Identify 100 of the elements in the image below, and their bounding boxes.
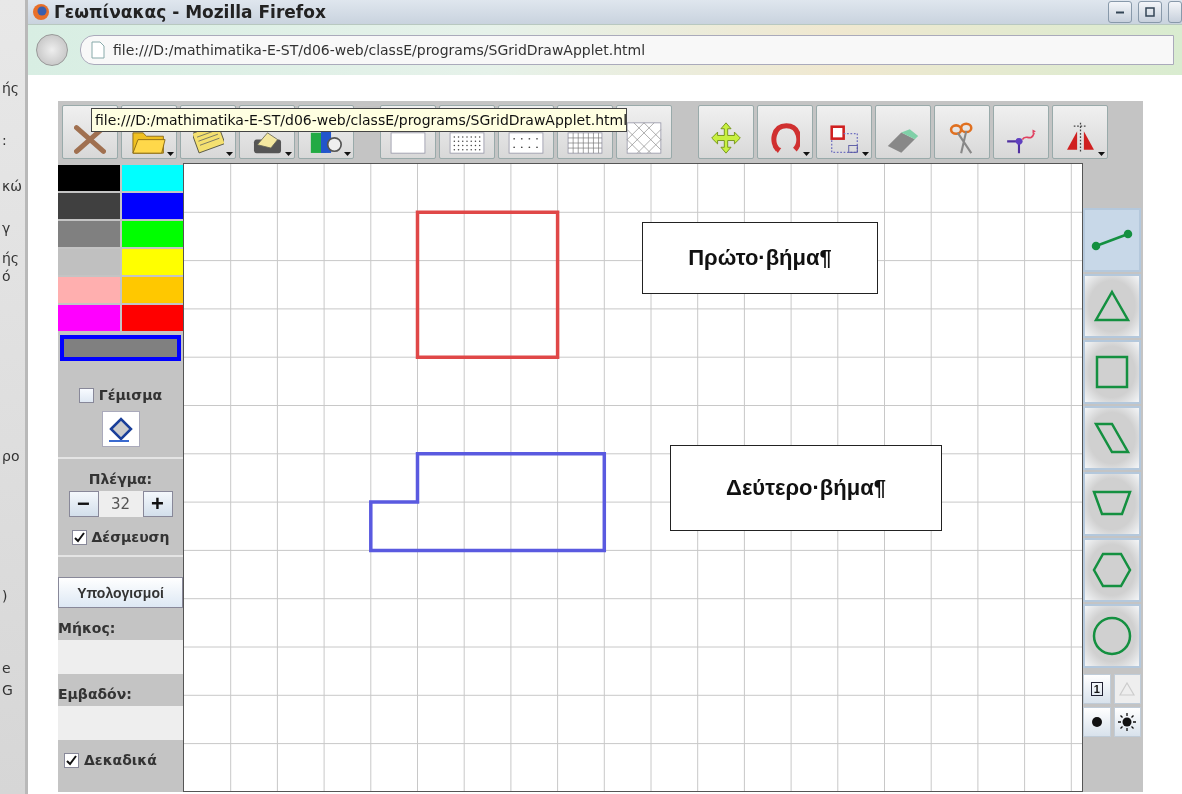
blank-grid-icon [390, 132, 426, 154]
color-swatch[interactable] [58, 221, 120, 247]
text-fragment: ό [1, 268, 12, 284]
calculations-button[interactable]: Υπολογισμοί [58, 577, 183, 608]
color-swatch[interactable] [121, 249, 183, 275]
tooltip: file:///D:/mathimatika-E-ST/d06-web/classE/programs/SGridDrawApplet.html [91, 108, 627, 132]
grid-size-value: 32 [98, 491, 143, 517]
caret-icon [167, 152, 174, 156]
checkmark-icon [73, 531, 85, 543]
eraser-icon [887, 128, 919, 154]
text-note: Δεύτερο·βήμα¶ [670, 445, 942, 531]
length-label: Μήκος: [58, 620, 117, 636]
text-fragment: ) [1, 588, 9, 604]
shape-tool[interactable] [1083, 274, 1141, 338]
square-grid-icon [567, 132, 603, 154]
color-swatch[interactable] [121, 165, 183, 191]
lattice-icon [626, 122, 662, 154]
sun-icon [1118, 713, 1137, 731]
text-fragment: κώ [1, 178, 23, 194]
shape-tool[interactable] [1083, 340, 1141, 404]
shape-tool[interactable] [1083, 208, 1141, 272]
drawing-canvas[interactable]: Πρώτο·βήμα¶ Δεύτερο·βήμα¶ [183, 163, 1083, 792]
address-field[interactable]: file:///D:/mathimatika-E-ST/d06-web/classE/programs/SGridDrawApplet.html [80, 35, 1174, 65]
point-tool[interactable] [993, 105, 1049, 159]
shape-tool[interactable] [1083, 472, 1141, 536]
window-title: Γεωπίνακας - Mozilla Firefox [54, 2, 327, 22]
number-label: 1 [1090, 682, 1103, 696]
maximize-button[interactable] [1138, 1, 1162, 23]
page-icon [91, 41, 105, 59]
caret-icon [803, 152, 810, 156]
text-fragment: G [1, 682, 14, 698]
paint-bucket-icon [106, 415, 135, 443]
checkmark-icon [66, 754, 77, 766]
color-swatch[interactable] [121, 305, 183, 331]
close-button[interactable] [1168, 1, 1182, 23]
resize-tool[interactable] [816, 105, 872, 159]
move-arrows-icon [709, 122, 743, 154]
caret-icon [862, 152, 869, 156]
rotate-arrow-icon [770, 123, 800, 154]
grid-size-label: Πλέγμα: [88, 471, 153, 487]
mirror-tool[interactable] [1052, 105, 1108, 159]
browser-logo-icon [32, 3, 50, 21]
decrease-button[interactable]: − [68, 491, 99, 517]
increase-button[interactable]: + [142, 491, 173, 517]
snap-label: Δέσμευση [91, 529, 170, 545]
text-fragment: : [1, 132, 8, 148]
dot-icon [1090, 716, 1103, 728]
resize-icon [829, 125, 859, 154]
cut-tool[interactable] [934, 105, 990, 159]
shape-tool[interactable] [1083, 538, 1141, 602]
caret-icon [285, 152, 292, 156]
text-note: Πρώτο·βήμα¶ [642, 222, 878, 294]
area-label: Εμβαδόν: [58, 686, 133, 702]
text-fragment: ής [1, 80, 21, 96]
decimals-label: Δεκαδικά [84, 752, 157, 768]
shape-tool[interactable] [1083, 604, 1141, 668]
option-button[interactable] [1113, 707, 1141, 737]
url-text: file:///D:/mathimatika-E-ST/d06-web/classE/programs/SGridDrawApplet.html [113, 42, 646, 58]
drawn-polygon[interactable] [369, 452, 607, 553]
caret-icon [1098, 152, 1105, 156]
point-curve-icon [1005, 127, 1037, 154]
caret-icon [226, 152, 233, 156]
color-swatch[interactable] [121, 277, 183, 303]
color-swatch[interactable] [58, 165, 120, 191]
color-swatch[interactable] [121, 193, 183, 219]
warning-icon [1119, 682, 1136, 696]
camera-icon [310, 130, 342, 154]
sparse-dots-icon [508, 132, 544, 154]
eraser-tool[interactable] [875, 105, 931, 159]
color-swatch[interactable] [58, 305, 120, 331]
fill-color-button[interactable] [101, 411, 140, 447]
minimize-button[interactable] [1108, 1, 1132, 23]
maximize-icon [1145, 7, 1155, 17]
color-swatch[interactable] [58, 277, 120, 303]
circle-icon [1090, 614, 1134, 658]
text-fragment: γ [1, 220, 12, 236]
length-field[interactable] [58, 640, 183, 674]
text-fragment: ής [1, 250, 21, 266]
area-field[interactable] [58, 706, 183, 740]
option-button[interactable]: 1 [1083, 674, 1111, 704]
fill-label: Γέμισμα [98, 387, 163, 403]
mirror-icon [1065, 122, 1095, 154]
scissors-icon [949, 122, 975, 154]
option-button[interactable] [1083, 707, 1111, 737]
text-fragment: ρο [1, 448, 21, 464]
move-tool[interactable] [698, 105, 754, 159]
shape-tool[interactable] [1083, 406, 1141, 470]
color-swatch[interactable] [58, 249, 120, 275]
dense-dots-icon [449, 132, 485, 154]
drawn-polygon[interactable] [415, 210, 560, 359]
checkbox[interactable] [71, 529, 87, 545]
color-swatch[interactable] [58, 193, 120, 219]
checkbox[interactable] [64, 752, 79, 768]
printer-icon [252, 132, 282, 154]
minimize-icon [1115, 10, 1125, 14]
caret-icon [344, 152, 351, 156]
checkbox[interactable] [78, 387, 94, 403]
color-swatch[interactable] [121, 221, 183, 247]
rotate-tool[interactable] [757, 105, 813, 159]
back-button[interactable] [36, 34, 68, 66]
